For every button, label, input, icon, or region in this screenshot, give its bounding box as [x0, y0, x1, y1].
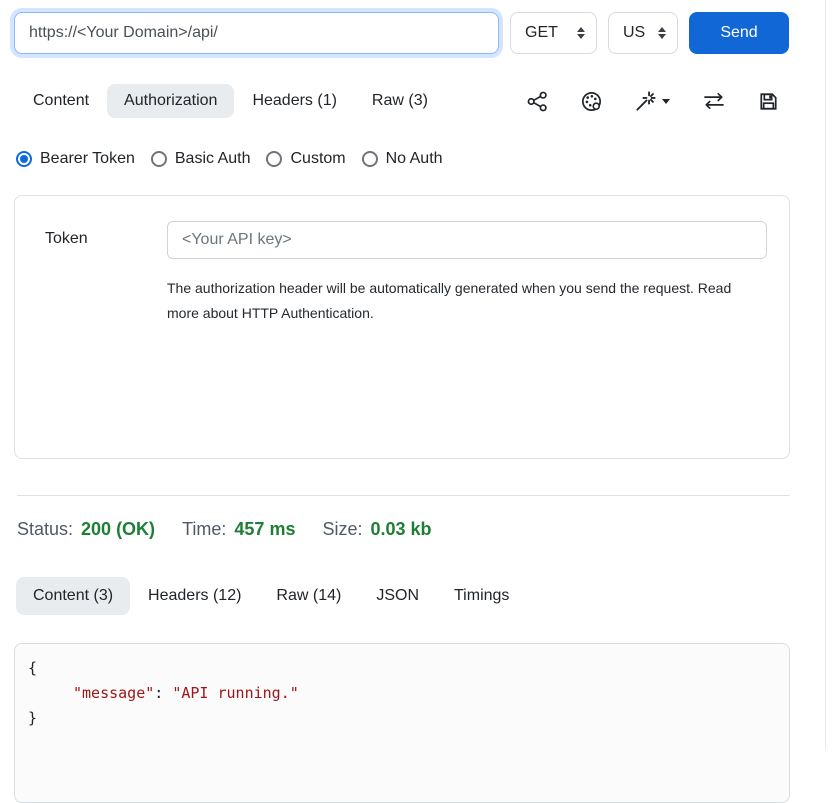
response-tab-raw[interactable]: Raw (14) [259, 577, 358, 615]
token-row: Token [45, 221, 767, 259]
response-tab-timings[interactable]: Timings [437, 577, 526, 615]
auth-option-label: Custom [290, 150, 345, 168]
token-label: Token [45, 221, 167, 259]
request-toolbar [527, 91, 790, 112]
json-open-brace: { [28, 656, 776, 681]
auth-option-basic-auth[interactable]: Basic Auth [151, 150, 251, 168]
json-key: "message" [73, 684, 154, 702]
time-label: Time: [182, 519, 226, 540]
auth-option-no-auth[interactable]: No Auth [362, 150, 443, 168]
magic-wand-icon [635, 91, 656, 112]
send-button[interactable]: Send [689, 12, 789, 54]
response-json: {"message": "API running."} [28, 656, 776, 731]
json-message-line: "message": "API running." [28, 681, 776, 706]
radio-unchecked-icon [362, 151, 378, 167]
tab-authorization[interactable]: Authorization [107, 84, 234, 118]
time-value: 457 ms [234, 519, 295, 540]
save-button[interactable] [758, 91, 779, 112]
tab-raw[interactable]: Raw (3) [355, 84, 445, 118]
radio-unchecked-icon [266, 151, 282, 167]
request-tabs: Content Authorization Headers (1) Raw (3… [16, 84, 790, 118]
swap-arrows-icon [703, 92, 725, 110]
json-close-brace: } [28, 706, 776, 731]
api-client-page: GET US Send Content Authorization Header… [0, 0, 837, 803]
url-input[interactable] [14, 12, 499, 54]
save-icon [758, 91, 779, 112]
swap-button[interactable] [703, 92, 725, 110]
status-label: Status: [17, 519, 73, 540]
section-divider [17, 495, 790, 496]
tab-content[interactable]: Content [16, 84, 106, 118]
radio-unchecked-icon [151, 151, 167, 167]
status-value: 200 (OK) [81, 519, 155, 540]
theme-button[interactable] [581, 91, 602, 112]
select-updown-icon [577, 27, 585, 39]
response-body-panel: {"message": "API running."} [14, 643, 790, 803]
auth-help-text: The authorization header will be automat… [167, 276, 767, 326]
region-select-value: US [623, 24, 645, 42]
chevron-down-icon [662, 99, 670, 104]
radio-checked-icon [16, 151, 32, 167]
auth-option-label: Basic Auth [175, 150, 251, 168]
json-value: "API running." [172, 684, 298, 702]
region-select[interactable]: US [608, 12, 678, 54]
auth-option-custom[interactable]: Custom [266, 150, 345, 168]
response-tab-content[interactable]: Content (3) [16, 577, 130, 615]
response-tabs: Content (3) Headers (12) Raw (14) JSON T… [16, 577, 790, 615]
magic-options-button[interactable] [635, 91, 670, 112]
share-button[interactable] [527, 91, 548, 112]
response-tab-json[interactable]: JSON [359, 577, 436, 615]
method-select[interactable]: GET [510, 12, 597, 54]
size-value: 0.03 kb [371, 519, 432, 540]
share-icon [527, 91, 548, 112]
token-input[interactable] [167, 221, 767, 259]
auth-option-label: Bearer Token [40, 150, 135, 168]
response-status-row: Status: 200 (OK) Time: 457 ms Size: 0.03… [17, 519, 790, 540]
request-bar: GET US Send [14, 12, 790, 54]
bearer-token-panel: Token The authorization header will be a… [14, 195, 790, 459]
page-right-divider [825, 0, 826, 750]
size-label: Size: [322, 519, 362, 540]
method-select-value: GET [525, 24, 558, 42]
select-updown-icon [658, 27, 666, 39]
json-separator: : [154, 684, 172, 702]
response-tab-headers[interactable]: Headers (12) [131, 577, 258, 615]
auth-type-options: Bearer Token Basic Auth Custom No Auth [16, 150, 790, 168]
auth-option-label: No Auth [386, 150, 443, 168]
tab-headers[interactable]: Headers (1) [235, 84, 353, 118]
auth-option-bearer-token[interactable]: Bearer Token [16, 150, 135, 168]
palette-icon [581, 91, 602, 112]
